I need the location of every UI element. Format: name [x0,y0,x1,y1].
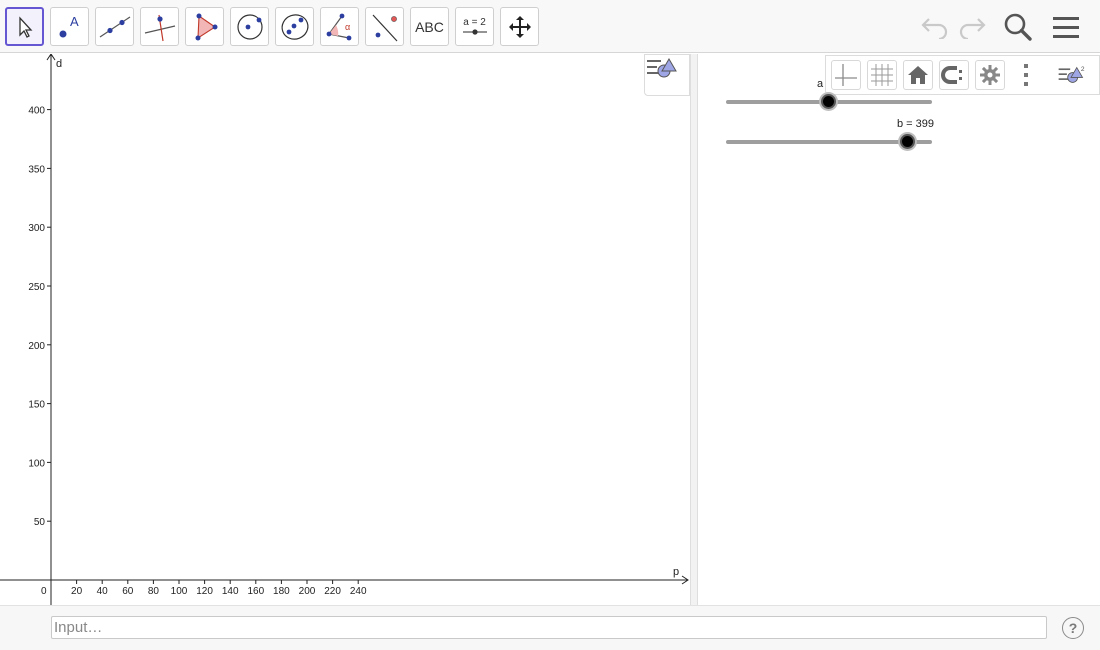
undo-icon [921,18,948,39]
slider-a[interactable]: a [726,78,932,114]
slider-tool-label: a = 2 [463,17,486,28]
arrow-pointer-icon [18,15,32,38]
slider-b-thumb[interactable] [900,134,915,149]
x-axis-label: p [673,566,679,578]
more-options-button[interactable] [1011,60,1041,90]
redo-icon [959,18,986,39]
hamburger-menu-icon [1053,17,1079,38]
toolbar: A α ABC a = 2 [0,0,1100,53]
line-through-points-icon [99,16,130,37]
angle-icon: α [326,13,351,40]
move-arrows-icon [508,15,531,38]
help-button[interactable]: ? [1062,617,1084,639]
undo-button[interactable] [917,9,953,45]
vertical-dots-icon [1024,64,1028,86]
move-tool[interactable] [5,7,44,46]
search-button[interactable] [1000,9,1036,45]
help-icon: ? [1068,620,1078,636]
angle-tool-label: α [345,22,350,32]
redo-button[interactable] [954,9,990,45]
point-tool-label: A [70,14,79,29]
reflect-about-line-icon [372,14,397,41]
circle-center-point-icon [236,13,263,40]
slider-icon: a = 2 [462,17,488,36]
graphics-style-bar-toggle[interactable] [644,54,690,96]
move-graphics-tool[interactable] [500,7,539,46]
x-tick-label: 160 [247,586,264,597]
y-axis-label: d [56,58,62,70]
slider-a-thumb[interactable] [821,94,836,109]
polygon-tool[interactable] [185,7,224,46]
x-tick-label: 100 [171,586,188,597]
x-tick-label: 220 [324,586,341,597]
x-tick-label: 200 [299,586,316,597]
slider-tool[interactable]: a = 2 [455,7,494,46]
x-tick-label: 60 [122,586,134,597]
x-tick-label: 140 [222,586,239,597]
coordinate-axes: p d 0 20 40 60 80 100 120 140 160 180 200 220 240 50 100… [0,54,689,605]
y-tick-label: 250 [28,282,45,293]
angle-tool[interactable]: α [320,7,359,46]
x-tick-label: 20 [71,586,83,597]
y-tick-label: 200 [28,341,45,352]
x-tick-label: 40 [97,586,109,597]
graphics-view[interactable]: p d 0 20 40 60 80 100 120 140 160 180 200 220 240 50 100… [0,54,690,605]
slider-b-label: b = 399 [897,118,935,130]
x-tick-label: 180 [273,586,290,597]
y-tick-label: 150 [28,400,45,411]
algebra-input-bar: ? [0,605,1100,650]
text-tool-label: ABC [415,18,444,35]
y-tick-label: 400 [28,106,45,117]
reflect-tool[interactable] [365,7,404,46]
slider-a-label: a [817,78,824,90]
slider-b[interactable]: b = 399 [726,118,935,154]
perpendicular-line-tool[interactable] [140,7,179,46]
settings-button[interactable] [975,60,1005,90]
y-tick-label: 350 [28,164,45,175]
style-bar-toggle-2[interactable]: 2 [1056,60,1086,90]
y-tick-label: 300 [28,223,45,234]
graphics-view-2[interactable]: 2 a b = 399 [698,54,1100,605]
text-tool[interactable]: ABC [410,7,449,46]
x-tick-label: 120 [196,586,213,597]
search-icon [1004,13,1032,41]
origin-label: 0 [41,586,47,597]
point-capturing-icon [941,66,962,84]
point-tool[interactable]: A [50,7,89,46]
geogebra-app: A α ABC a = 2 p d 0 20 40 60 80 100 120 … [0,0,1100,650]
polygon-icon [195,13,217,40]
line-tool[interactable] [95,7,134,46]
gear-icon [980,65,1000,85]
x-tick-label: 80 [148,586,160,597]
style-bar-toggle-icon: 2 [1058,66,1085,83]
style-bar-toggle-icon [647,58,677,78]
style-bar-toggle-2-label: 2 [1081,66,1085,73]
y-tick-label: 100 [28,458,45,469]
circle-tool[interactable] [230,7,269,46]
main-menu-button[interactable] [1048,9,1084,45]
ellipse-icon [281,13,308,40]
y-tick-label: 50 [34,517,46,528]
perpendicular-line-icon [144,14,175,41]
conic-tool[interactable] [275,7,314,46]
input-field[interactable] [51,616,1047,639]
view-splitter[interactable] [690,54,698,605]
point-icon: A [59,14,79,37]
x-tick-label: 240 [350,586,367,597]
point-capturing-button[interactable] [939,60,969,90]
